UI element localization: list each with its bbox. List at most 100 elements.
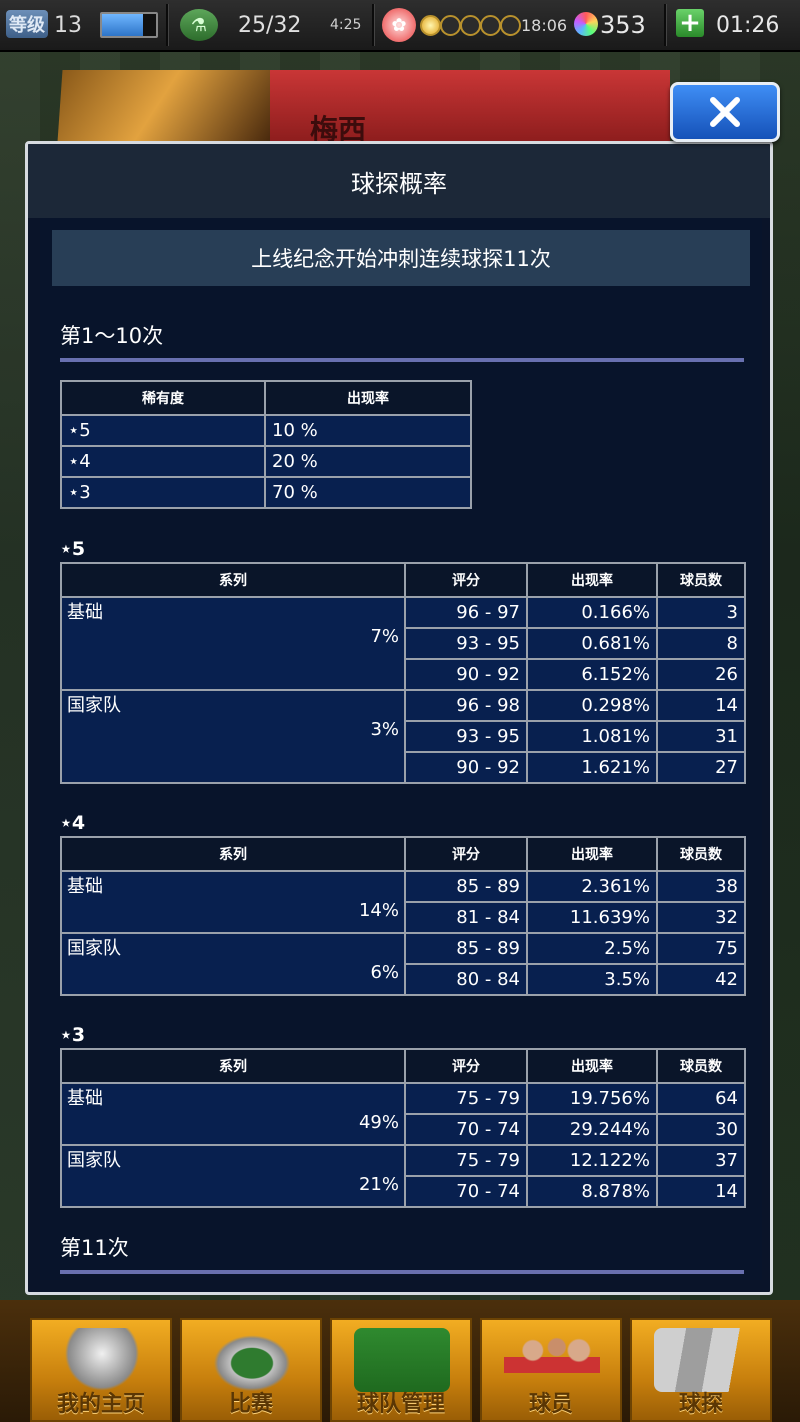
player-count-cell: 14: [656, 1175, 746, 1208]
rating-cell: 85 - 89: [404, 870, 528, 903]
series-cell: 基础 49%: [60, 1082, 406, 1146]
table-row: 基础 14% 85 - 89 2.361% 38: [60, 870, 746, 934]
coin-timer: 18:06: [521, 15, 568, 35]
section-title-1-10: 第1～10次: [60, 320, 744, 362]
table-row: ⋆4 20 %: [60, 445, 472, 478]
nav-label: 球队管理: [356, 1392, 445, 1417]
rarity-rate-table: 稀有度 出现率 ⋆5 10 % ⋆4 20 % ⋆3 70 %: [60, 380, 472, 509]
star4-heading: ⋆4: [60, 812, 86, 834]
rate-cell: 8.878%: [526, 1175, 658, 1208]
table-row: 基础 49% 75 - 79 19.756% 64: [60, 1082, 746, 1146]
player-card-image: [57, 70, 283, 142]
table-header-row: 系列 评分 出现率 球员数: [60, 562, 746, 598]
table-row: 基础 7% 96 - 97 0.166% 3: [60, 596, 746, 691]
column-header-rating: 评分: [404, 836, 528, 872]
scout-probability-dialog: 球探概率 上线纪念开始冲刺连续球探11次 第1～10次 稀有度 出现率 ⋆5 10…: [25, 141, 773, 1295]
series-name: 基础: [67, 602, 103, 623]
gift-icon[interactable]: ✿: [382, 8, 416, 42]
rating-cell: 80 - 84: [404, 963, 528, 996]
close-icon: [710, 97, 740, 127]
rating-cell: 81 - 84: [404, 901, 528, 934]
rate-cell: 2.5%: [526, 932, 658, 965]
rate-cell: 10 %: [264, 414, 472, 447]
player-count-cell: 38: [656, 870, 746, 903]
rarity-cell: ⋆5: [60, 414, 266, 447]
rating-cell: 96 - 97: [404, 596, 528, 629]
player-count-cell: 32: [656, 901, 746, 934]
column-header-rarity: 稀有度: [60, 380, 266, 416]
close-button[interactable]: [670, 82, 780, 142]
rate-cell: 1.621%: [526, 751, 658, 784]
column-header-count: 球员数: [656, 1048, 746, 1084]
nav-item-home[interactable]: 我的主页: [30, 1318, 172, 1422]
stamina-bottle-icon: ⚗: [180, 9, 218, 41]
player-count-cell: 8: [656, 627, 746, 660]
rate-cell: 29.244%: [526, 1113, 658, 1146]
column-header-series: 系列: [60, 562, 406, 598]
table-row: 国家队 21% 75 - 79 12.122% 37: [60, 1144, 746, 1208]
column-header-rating: 评分: [404, 1048, 528, 1084]
series-percent: 14%: [358, 900, 399, 921]
player-count-cell: 75: [656, 932, 746, 965]
table-header-row: 系列 评分 出现率 球员数: [60, 1048, 746, 1084]
nav-item-players[interactable]: 球员: [480, 1318, 622, 1422]
column-header-rate: 出现率: [526, 836, 658, 872]
nav-item-scout[interactable]: 球探: [630, 1318, 772, 1422]
nav-label: 比赛: [228, 1392, 273, 1417]
table-row: ⋆3 70 %: [60, 476, 472, 509]
rate-cell: 6.152%: [526, 658, 658, 691]
column-header-series: 系列: [60, 836, 406, 872]
rating-cell: 90 - 92: [404, 658, 528, 691]
formation-icon: [354, 1328, 450, 1392]
rate-cell: 19.756%: [526, 1082, 658, 1115]
rate-cell: 3.5%: [526, 963, 658, 996]
rating-cell: 75 - 79: [404, 1082, 528, 1115]
star5-heading: ⋆5: [60, 538, 86, 560]
rate-cell: 0.298%: [526, 689, 658, 722]
series-cell: 国家队 21%: [60, 1144, 406, 1208]
column-header-series: 系列: [60, 1048, 406, 1084]
table-row: ⋆5 10 %: [60, 414, 472, 447]
player-count-cell: 31: [656, 720, 746, 753]
series-cell: 基础 7%: [60, 596, 406, 691]
level-value: 13: [54, 12, 82, 38]
player-count-cell: 14: [656, 689, 746, 722]
star3-detail-table: 系列 评分 出现率 球员数 基础 49% 75 - 79 19.756% 64 70 - 74 29…: [60, 1048, 746, 1208]
star3-heading: ⋆3: [60, 1024, 86, 1046]
rating-cell: 96 - 98: [404, 689, 528, 722]
player-count-cell: 3: [656, 596, 746, 629]
nav-item-match[interactable]: 比赛: [180, 1318, 322, 1422]
rating-cell: 75 - 79: [404, 1144, 528, 1177]
player-count-cell: 26: [656, 658, 746, 691]
series-name: 基础: [67, 1088, 103, 1109]
players-icon: [504, 1328, 600, 1392]
bottom-nav: 我的主页 比赛 球队管理 球员 球探: [0, 1300, 800, 1422]
player-count-cell: 27: [656, 751, 746, 784]
dialog-body[interactable]: 上线纪念开始冲刺连续球探11次 第1～10次 稀有度 出现率 ⋆5 10 % ⋆4 2…: [40, 218, 762, 1280]
rate-cell: 12.122%: [526, 1144, 658, 1177]
rating-cell: 70 - 74: [404, 1175, 528, 1208]
rating-cell: 85 - 89: [404, 932, 528, 965]
coin-slot-icon: [460, 15, 481, 36]
rarity-cell: ⋆4: [60, 445, 266, 478]
series-percent: 7%: [370, 626, 399, 647]
stadium-icon: [204, 1328, 300, 1392]
rate-cell: 11.639%: [526, 901, 658, 934]
rate-cell: 20 %: [264, 445, 472, 478]
rarity-cell: ⋆3: [60, 476, 266, 509]
column-header-rate: 出现率: [264, 380, 472, 416]
add-gems-icon[interactable]: +: [676, 9, 704, 37]
nav-item-team[interactable]: 球队管理: [330, 1318, 472, 1422]
rating-cell: 70 - 74: [404, 1113, 528, 1146]
scout-cards-icon: [654, 1328, 750, 1392]
star4-detail-table: 系列 评分 出现率 球员数 基础 14% 85 - 89 2.361% 38 81 - 84 11.…: [60, 836, 746, 996]
stamina-value: 25/32: [238, 12, 302, 38]
coin-slot-icon: [420, 15, 441, 36]
series-name: 基础: [67, 876, 103, 897]
rate-cell: 70 %: [264, 476, 472, 509]
player-count-cell: 64: [656, 1082, 746, 1115]
gem-count: 353: [600, 11, 646, 39]
rate-cell: 1.081%: [526, 720, 658, 753]
rating-cell: 93 - 95: [404, 627, 528, 660]
rating-cell: 93 - 95: [404, 720, 528, 753]
